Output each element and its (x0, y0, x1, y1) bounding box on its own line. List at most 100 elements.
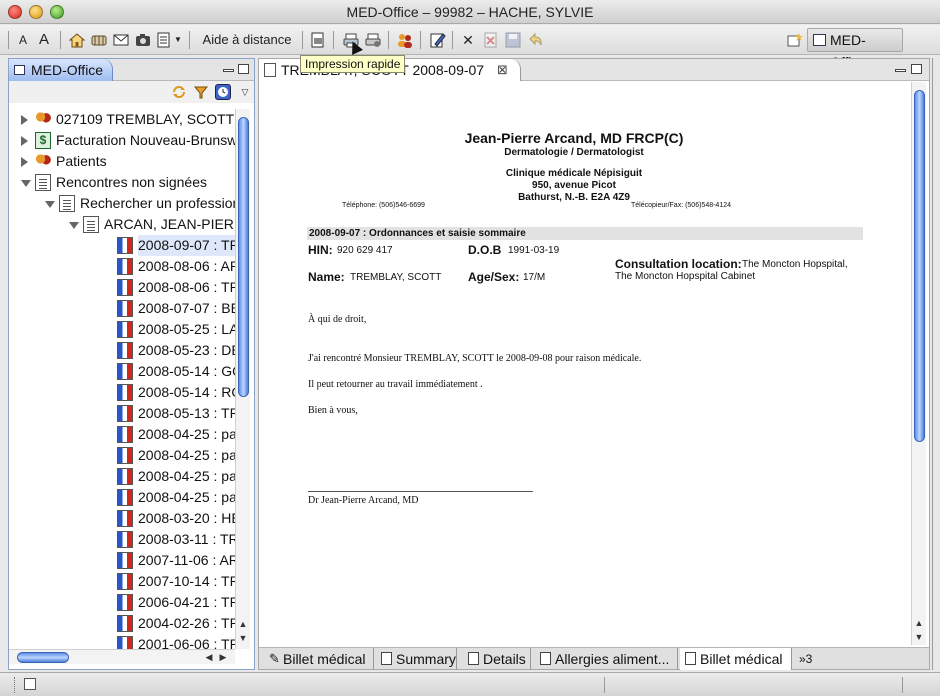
clinic-phone: Téléphone: (506)546-6699 (342, 202, 425, 209)
tree-item[interactable]: 2008-03-20 : HENRY (9, 508, 235, 529)
chevron-down-icon[interactable]: ▼ (174, 30, 182, 50)
font-increase-button[interactable]: A (36, 30, 52, 50)
tree-item-label: Rechercher un professionnel (80, 195, 235, 211)
close-icon[interactable]: ✕ (461, 30, 475, 50)
tab-allergies[interactable]: Allergies aliment... (535, 648, 678, 670)
expanded-arrow-icon[interactable] (45, 201, 55, 208)
minimize-window-button[interactable] (29, 5, 43, 19)
collapsed-arrow-icon[interactable] (21, 157, 28, 167)
expanded-arrow-icon[interactable] (69, 222, 79, 229)
view-menu-icon[interactable]: ▽ (237, 84, 253, 100)
close-window-button[interactable] (8, 5, 22, 19)
patients-icon[interactable] (396, 31, 414, 49)
tree-item[interactable]: 2008-05-25 : LAVOIE (9, 319, 235, 340)
tree-item[interactable]: ARCAN, JEAN-PIERRE (9, 214, 235, 235)
edit-note-icon[interactable] (428, 31, 446, 49)
tab-summary[interactable]: Summary (376, 648, 457, 670)
font-decrease-button[interactable]: A (16, 30, 30, 50)
tree-item[interactable]: 2008-03-11 : TREMBLAY (9, 529, 235, 550)
tab-details[interactable]: Details (463, 648, 531, 670)
remote-help-button[interactable]: Aide à distance (196, 30, 298, 50)
paragraph-2: Il peut retourner au travail immédiateme… (308, 379, 483, 390)
mail-icon[interactable] (112, 31, 130, 49)
tree-item[interactable]: 2006-04-21 : TREMBLAY (9, 592, 235, 613)
name-label: Name: (308, 270, 345, 284)
tab-overflow[interactable]: »3 (797, 648, 823, 670)
tree-item[interactable]: 2008-07-07 : BEAULIEU (9, 298, 235, 319)
open-perspective-icon[interactable] (786, 31, 804, 49)
expanded-arrow-icon[interactable] (21, 180, 31, 187)
patient-icon (35, 111, 51, 128)
scroll-down-arrow[interactable]: ▼ (913, 632, 925, 642)
filter-icon[interactable] (193, 84, 209, 100)
print-preview-icon[interactable] (309, 31, 327, 49)
tree-item[interactable]: Rencontres non signées (9, 172, 235, 193)
tree-item-label: 2008-04-25 : patient (138, 468, 235, 484)
sync-icon[interactable] (171, 84, 187, 100)
tree-item[interactable]: 2007-11-06 : ARSENAULT (9, 550, 235, 571)
tree-item-label: 2008-05-14 : ROBICHAUD (138, 384, 235, 400)
scroll-up-arrow[interactable]: ▲ (237, 619, 249, 629)
collapsed-arrow-icon[interactable] (21, 136, 28, 146)
tree-horizontal-scrollbar[interactable]: ◀ ▶ (9, 649, 235, 664)
tree-item[interactable]: 2008-08-06 : TREMBLAY (9, 277, 235, 298)
tree-item[interactable]: 027109 TREMBLAY, SCOTT (9, 109, 235, 130)
tree-item[interactable]: $ Facturation Nouveau-Brunswick (9, 130, 235, 151)
tree-item[interactable]: 2008-05-14 : ROBICHAUD (9, 382, 235, 403)
scan-icon[interactable] (90, 31, 108, 49)
tree-vertical-scrollbar[interactable]: ▲ ▼ (235, 109, 250, 649)
scroll-thumb[interactable] (238, 117, 249, 397)
tree-item[interactable]: 2008-05-14 : GODIN (9, 361, 235, 382)
tree-item[interactable]: 2001-06-06 : TREMBLAY (9, 634, 235, 649)
consult-value-1: The Moncton Hopspital, (742, 259, 848, 270)
minimize-view-button[interactable] (223, 69, 234, 72)
document-menu-icon[interactable] (155, 31, 173, 49)
print-settings-icon[interactable] (364, 31, 382, 49)
flag-doc-icon (117, 636, 133, 649)
minimize-view-button[interactable] (895, 69, 906, 72)
tree-item[interactable]: 2004-02-26 : TREMBLAY (9, 613, 235, 634)
undo-icon[interactable] (526, 31, 544, 49)
consult-label: Consultation location: (615, 257, 742, 271)
tree-item[interactable]: 2008-04-25 : patient (9, 487, 235, 508)
dob-label: D.O.B (468, 243, 502, 257)
tree-item[interactable]: Patients (9, 151, 235, 172)
flag-doc-icon (117, 426, 133, 443)
tree-item[interactable]: 2007-10-14 : TREMBLAY (9, 571, 235, 592)
zoom-window-button[interactable] (50, 5, 64, 19)
home-icon[interactable] (68, 31, 86, 49)
tree-item-label: 2008-03-20 : HENRY (138, 510, 235, 526)
tree-item[interactable]: 2008-09-07 : TREMBLAY (9, 235, 235, 256)
clinic-fax: Télécopieur/Fax: (506)548-4124 (631, 202, 732, 209)
document-vertical-scrollbar[interactable]: ▲ ▼ (911, 82, 926, 645)
tree-item[interactable]: 2008-05-23 : DEGRACE (9, 340, 235, 361)
fast-view-icon[interactable] (24, 678, 36, 690)
app-window: MED-Office – 99982 – HACHE, SYLVIE A A ▼… (0, 0, 940, 696)
scroll-left-arrow[interactable]: ◀ (203, 652, 215, 662)
tree-item[interactable]: 2008-05-13 : TREMBLAY (9, 403, 235, 424)
collapsed-arrow-icon[interactable] (21, 115, 28, 125)
tree-item[interactable]: Rechercher un professionnel (9, 193, 235, 214)
close-tab-icon[interactable]: ⊠ (497, 59, 508, 81)
section-header: 2008-09-07 : Ordonnances et saisie somma… (307, 227, 863, 240)
delete-icon[interactable] (482, 31, 500, 49)
maximize-view-button[interactable] (911, 64, 922, 74)
scroll-thumb[interactable] (17, 652, 69, 663)
scroll-thumb[interactable] (914, 90, 925, 442)
scroll-right-arrow[interactable]: ▶ (217, 652, 229, 662)
camera-icon[interactable] (134, 31, 152, 49)
clock-icon[interactable] (215, 84, 231, 100)
maximize-view-button[interactable] (238, 64, 249, 74)
tree-item[interactable]: 2008-08-06 : ARSENAULT (9, 256, 235, 277)
tree-item[interactable]: 2008-04-25 : patient (9, 466, 235, 487)
tab-billet-medical-1[interactable]: ✎ Billet médical (263, 648, 374, 670)
tree-item[interactable]: 2008-04-25 : patient (9, 424, 235, 445)
perspective-button[interactable]: MED-Office (807, 28, 903, 70)
document-icon (685, 652, 696, 665)
tab-billet-medical-2[interactable]: Billet médical (680, 648, 792, 670)
scroll-up-arrow[interactable]: ▲ (913, 618, 925, 628)
scroll-down-arrow[interactable]: ▼ (237, 633, 249, 643)
tab-med-office[interactable]: MED-Office (9, 59, 113, 81)
tree-item[interactable]: 2008-04-25 : patient (9, 445, 235, 466)
save-icon[interactable] (504, 31, 522, 49)
